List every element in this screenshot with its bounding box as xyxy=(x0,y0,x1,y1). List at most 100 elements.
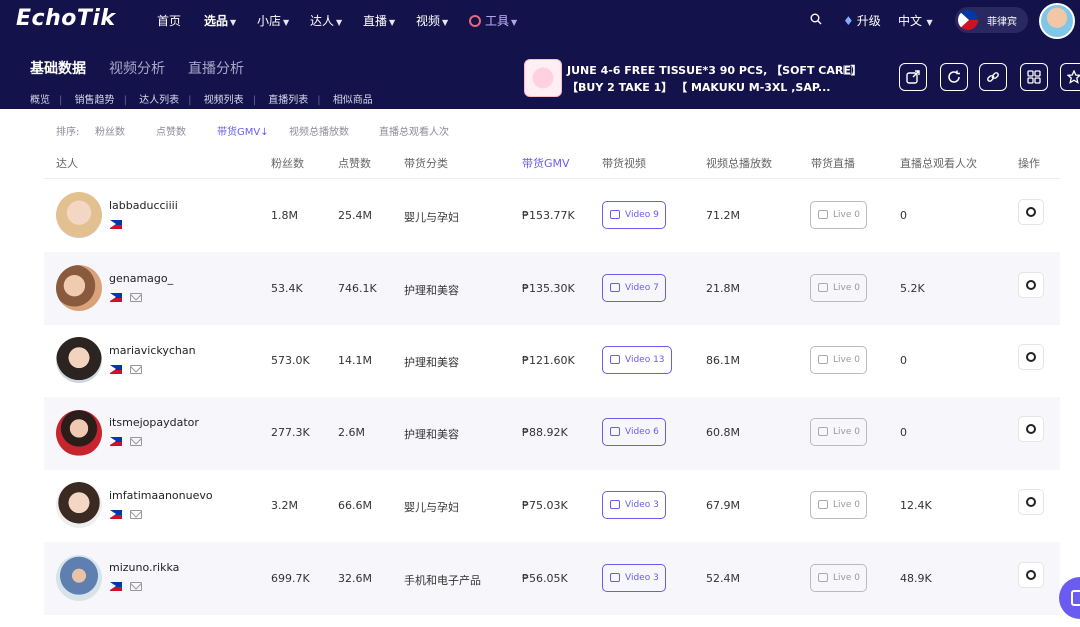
mail-icon[interactable] xyxy=(130,510,142,519)
viewers-value: 0 xyxy=(900,426,907,439)
philippines-flag-icon xyxy=(110,437,122,446)
philippines-flag-icon xyxy=(110,220,122,229)
link-similar-products[interactable]: 相似商品 xyxy=(333,95,373,106)
favorite-button[interactable] xyxy=(1060,63,1080,91)
mail-icon[interactable] xyxy=(130,293,142,302)
refresh-button[interactable] xyxy=(940,63,968,91)
track-button[interactable] xyxy=(1018,344,1044,370)
col-live-viewers[interactable]: 直播总观看人次 xyxy=(900,155,977,171)
link-overview[interactable]: 概览 xyxy=(30,95,50,106)
followers-value: 53.4K xyxy=(271,282,303,295)
sort-followers[interactable]: 粉丝数 xyxy=(95,123,125,138)
influencer-name[interactable]: mariavickychan xyxy=(109,344,196,357)
sort-video-plays[interactable]: 视频总播放数 xyxy=(289,123,349,138)
chevron-down-icon: ▼ xyxy=(442,18,449,27)
live-count-button[interactable]: Live 0 xyxy=(810,274,867,302)
open-external-button[interactable] xyxy=(899,63,927,91)
influencer-name[interactable]: imfatimaanonuevo xyxy=(109,489,213,502)
mail-icon[interactable] xyxy=(130,437,142,446)
gmv-value: ₱153.77K xyxy=(522,209,575,222)
col-lives: 带货直播 xyxy=(811,157,855,170)
col-video-plays[interactable]: 视频总播放数 xyxy=(706,155,772,171)
track-button[interactable] xyxy=(1018,416,1044,442)
country-selector[interactable]: 菲律宾 xyxy=(955,7,1028,33)
separator: | xyxy=(123,95,127,106)
nav-tools-label: 工具 xyxy=(485,14,510,28)
link-icon xyxy=(987,72,999,82)
nav-video[interactable]: 视频 ▼ xyxy=(416,12,448,29)
nav-shop[interactable]: 小店 ▼ xyxy=(257,12,289,29)
track-button[interactable] xyxy=(1018,199,1044,225)
category-value: 婴儿与孕妇 xyxy=(404,501,459,514)
live-count-label: Live 0 xyxy=(833,573,860,583)
video-count-button[interactable]: Video 7 xyxy=(602,274,666,302)
tab-video-analysis[interactable]: 视频分析 xyxy=(109,58,165,78)
live-icon xyxy=(818,210,828,219)
nav-video-label: 视频 xyxy=(416,14,441,28)
tab-basic-data[interactable]: 基础数据 xyxy=(30,58,86,78)
nav-home[interactable]: 首页 xyxy=(157,12,181,29)
col-gmv[interactable]: 带货GMV xyxy=(522,155,570,171)
plays-value: 86.1M xyxy=(706,354,740,367)
avatar[interactable] xyxy=(56,265,102,311)
copy-icon[interactable] xyxy=(843,65,852,75)
video-icon xyxy=(610,355,620,364)
track-button[interactable] xyxy=(1018,562,1044,588)
followers-value: 1.8M xyxy=(271,209,298,222)
live-count-button[interactable]: Live 0 xyxy=(810,346,867,374)
col-likes[interactable]: 点赞数 xyxy=(338,155,371,171)
grid-button[interactable] xyxy=(1020,63,1048,91)
language-selector[interactable]: 中文 ▼ xyxy=(898,12,933,29)
avatar[interactable] xyxy=(56,482,102,528)
chat-support-button[interactable] xyxy=(1059,577,1080,619)
video-icon xyxy=(610,427,620,436)
mail-icon[interactable] xyxy=(130,365,142,374)
sort-likes[interactable]: 点赞数 xyxy=(156,123,186,138)
user-avatar[interactable] xyxy=(1039,3,1075,39)
avatar[interactable] xyxy=(56,337,102,383)
language-label: 中文 xyxy=(898,14,923,28)
link-sales-trend[interactable]: 销售趋势 xyxy=(75,95,115,106)
link-influencer-list[interactable]: 达人列表 xyxy=(139,95,179,106)
sort-bar: 排序: 粉丝数 点赞数 带货GMV↓ 视频总播放数 直播总观看人次 xyxy=(44,116,1060,142)
link-video-list[interactable]: 视频列表 xyxy=(204,95,244,106)
video-count-button[interactable]: Video 6 xyxy=(602,418,666,446)
avatar[interactable] xyxy=(56,555,102,601)
col-category: 带货分类 xyxy=(404,157,448,170)
avatar[interactable] xyxy=(56,410,102,456)
nav-live[interactable]: 直播 ▼ xyxy=(363,12,395,29)
live-count-button[interactable]: Live 0 xyxy=(810,201,867,229)
mail-icon[interactable] xyxy=(130,582,142,591)
echotik-logo[interactable]: EchoTik xyxy=(16,6,116,31)
nav-influencer-label: 达人 xyxy=(310,14,335,28)
tab-live-analysis[interactable]: 直播分析 xyxy=(188,58,244,78)
sort-gmv[interactable]: 带货GMV↓ xyxy=(217,123,269,138)
col-followers[interactable]: 粉丝数 xyxy=(271,155,304,171)
live-count-button[interactable]: Live 0 xyxy=(810,418,867,446)
link-button[interactable] xyxy=(979,63,1007,91)
track-button[interactable] xyxy=(1018,489,1044,515)
influencer-name[interactable]: mizuno.rikka xyxy=(109,561,179,574)
nav-tools[interactable]: 工具 ▼ xyxy=(469,12,517,29)
video-count-button[interactable]: Video 9 xyxy=(602,201,666,229)
nav-influencer[interactable]: 达人 ▼ xyxy=(310,12,342,29)
circle-icon xyxy=(1026,570,1036,580)
upgrade-button[interactable]: ♦ 升级 xyxy=(843,12,881,29)
track-button[interactable] xyxy=(1018,272,1044,298)
influencer-name[interactable]: labbaducciiii xyxy=(109,199,178,212)
live-count-button[interactable]: Live 0 xyxy=(810,564,867,592)
search-icon[interactable] xyxy=(810,13,822,25)
video-count-button[interactable]: Video 13 xyxy=(602,346,672,374)
link-live-list[interactable]: 直播列表 xyxy=(268,95,308,106)
avatar[interactable] xyxy=(56,192,102,238)
product-title: JUNE 4-6 FREE TISSUE*3 90 PCS, 【SOFT CAR… xyxy=(567,62,862,96)
video-count-button[interactable]: Video 3 xyxy=(602,491,666,519)
tools-icon xyxy=(469,15,481,27)
live-count-button[interactable]: Live 0 xyxy=(810,491,867,519)
sort-live-viewers[interactable]: 直播总观看人次 xyxy=(379,123,449,138)
influencer-name[interactable]: itsmejopaydator xyxy=(109,416,199,429)
influencer-name[interactable]: genamago_ xyxy=(109,272,173,285)
nav-product-selection[interactable]: 选品 ▼ xyxy=(204,12,236,29)
video-count-button[interactable]: Video 3 xyxy=(602,564,666,592)
chevron-down-icon: ▼ xyxy=(511,18,518,27)
